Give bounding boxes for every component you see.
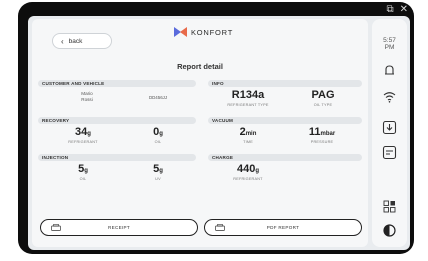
section-label-charge: CHARGE: [212, 155, 234, 160]
contrast-toggle-icon[interactable]: [382, 223, 397, 238]
vacuum-time-caption: TIME: [243, 140, 253, 144]
recovery-refrigerant-value: 34g: [58, 126, 108, 138]
status-sidebar: 5:57 PM: [372, 19, 407, 247]
charge-refrigerant-number: 440: [236, 163, 256, 175]
chevron-left-icon: ‹: [61, 36, 64, 46]
injection-uv-value: 5g: [138, 163, 178, 175]
vacuum-time-value: 2min: [218, 126, 278, 138]
grid-apps-icon[interactable]: [382, 199, 397, 214]
vacuum-pressure-unit: mbar: [320, 131, 336, 137]
injection-oil-unit: g: [84, 168, 88, 174]
konfort-logo-icon: [174, 27, 188, 37]
brand-logo: KONFORT: [174, 27, 233, 37]
wifi-icon[interactable]: [382, 89, 397, 104]
clock: 5:57 PM: [372, 37, 407, 51]
download-icon[interactable]: [382, 120, 397, 135]
back-button[interactable]: ‹ back: [52, 33, 112, 49]
logo-text: KONFORT: [191, 27, 234, 37]
window-controls: ⧉ ✕: [386, 5, 408, 15]
close-icon[interactable]: ✕: [400, 5, 408, 15]
pdf-report-button[interactable]: PDF REPORT: [204, 219, 362, 236]
recovery-oil-unit: g: [159, 131, 163, 137]
vehicle-plate: DD456JJ: [148, 95, 168, 100]
clock-ampm: PM: [384, 44, 395, 51]
injection-oil-caption: OIL: [79, 177, 87, 181]
injection-uv-caption: UV: [155, 177, 161, 181]
recovery-refrigerant-caption: REFRIGERANT: [68, 140, 98, 144]
section-bar-info: [208, 80, 362, 87]
oil-type-caption: OIL TYPE: [313, 103, 333, 107]
section-label-vacuum: VACUUM: [212, 118, 234, 123]
receipt-label: RECEIPT: [107, 225, 130, 230]
charge-refrigerant-value: 440g: [218, 163, 278, 175]
page-title: Report detail: [177, 62, 223, 71]
pdf-report-label: PDF REPORT: [266, 225, 300, 230]
vacuum-pressure-value: 11mbar: [290, 126, 354, 138]
oil-type-value: PAG: [311, 89, 335, 101]
refrigerant-type-caption: REFRIGERANT TYPE: [227, 103, 269, 107]
vacuum-time-unit: min: [245, 131, 257, 137]
restore-window-icon[interactable]: ⧉: [386, 5, 393, 15]
section-label-customer: CUSTOMER AND VEHICLE: [42, 81, 105, 86]
clock-time: 5:57: [383, 37, 396, 44]
section-label-recovery: RECOVERY: [42, 118, 70, 123]
section-label-info: INFO: [212, 81, 224, 86]
charge-refrigerant-unit: g: [255, 168, 260, 174]
vacuum-pressure-number: 11: [308, 126, 321, 138]
bell-icon[interactable]: [382, 63, 397, 78]
recovery-refrigerant-unit: g: [87, 131, 91, 137]
receipt-button[interactable]: RECEIPT: [40, 219, 198, 236]
injection-uv-unit: g: [159, 168, 163, 174]
screen: ‹ back KONFORT Report detail CUSTOMER AN…: [28, 16, 410, 250]
device-frame: ⧉ ✕ ‹ back KONFORT Report detail CUSTOME…: [18, 2, 414, 254]
report-panel: ‹ back KONFORT Report detail CUSTOMER AN…: [32, 19, 368, 247]
recovery-oil-value: 0g: [138, 126, 178, 138]
customer-last-name: Rossi: [81, 97, 93, 102]
recovery-oil-caption: OIL: [154, 140, 162, 144]
charge-refrigerant-caption: REFRIGERANT: [233, 177, 263, 181]
refrigerant-type-value: R134a: [231, 89, 265, 101]
vacuum-pressure-caption: PRESSURE: [310, 140, 334, 144]
report-document-icon[interactable]: [382, 145, 397, 160]
recovery-refrigerant-number: 34: [75, 126, 88, 138]
injection-oil-value: 5g: [58, 163, 108, 175]
back-label: back: [68, 37, 83, 45]
section-label-injection: INJECTION: [42, 155, 69, 160]
